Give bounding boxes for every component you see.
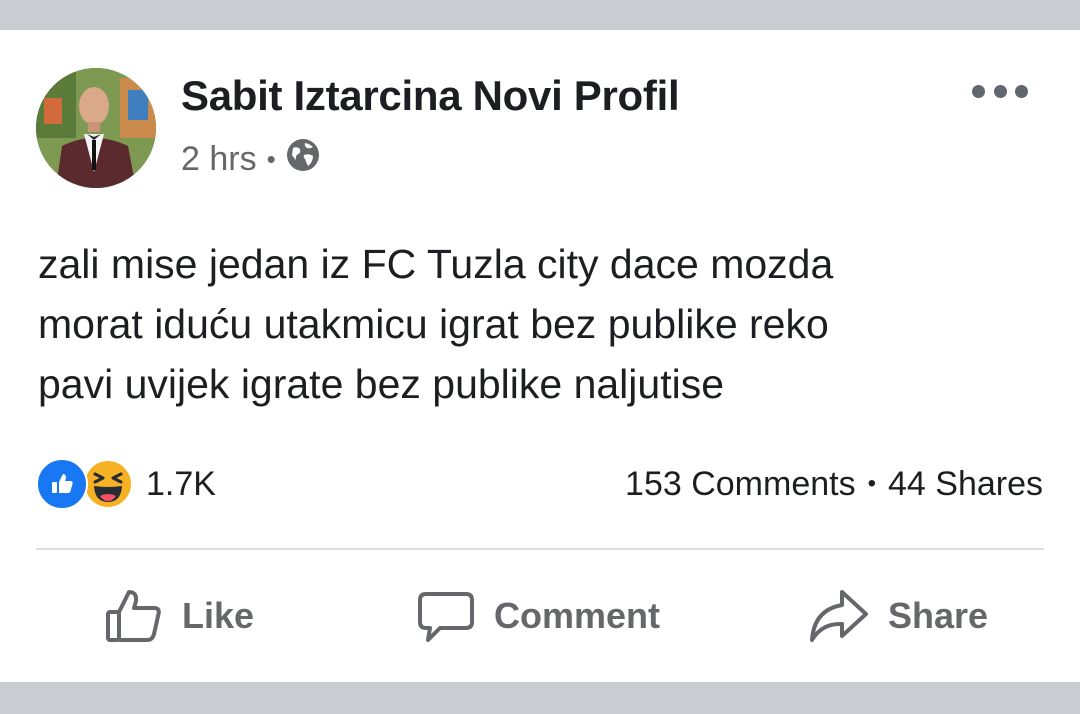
top-background-band	[0, 0, 1080, 30]
post-meta: 2 hrs •	[181, 137, 320, 181]
more-options-button[interactable]	[972, 76, 1028, 106]
meta-separator: •	[266, 143, 276, 174]
comment-button[interactable]: Comment	[416, 584, 660, 648]
haha-reaction-icon	[82, 458, 134, 510]
comment-button-label: Comment	[494, 595, 661, 636]
like-button-label: Like	[182, 595, 255, 636]
more-dot-icon	[1015, 84, 1028, 98]
shares-count[interactable]: 44 Shares	[888, 465, 1043, 504]
share-button[interactable]: Share	[808, 584, 988, 648]
divider	[36, 548, 1044, 550]
post-time[interactable]: 2 hrs	[181, 140, 257, 179]
author-avatar[interactable]	[36, 68, 156, 188]
more-dot-icon	[972, 84, 985, 98]
comment-icon	[416, 586, 476, 646]
post-text: zali mise jedan iz FC Tuzla city dace mo…	[38, 234, 1048, 414]
bottom-background-band	[0, 682, 1080, 714]
share-button-label: Share	[888, 595, 989, 636]
post-text-line: morat iduću utakmicu igrat bez publike r…	[38, 301, 829, 347]
comments-count[interactable]: 153 Comments	[625, 465, 856, 504]
stats-separator: •	[867, 470, 876, 497]
globe-icon	[286, 138, 320, 181]
post-text-line: pavi uvijek igrate bez publike naljutise	[38, 361, 725, 407]
thumbs-up-icon	[104, 586, 164, 646]
share-arrow-icon	[808, 586, 870, 646]
reactions-summary[interactable]: 1.7K	[36, 458, 216, 510]
like-button[interactable]: Like	[104, 584, 254, 648]
reaction-count: 1.7K	[146, 464, 216, 503]
post-stats: 153 Comments • 44 Shares	[625, 462, 1043, 506]
post-text-line: zali mise jedan iz FC Tuzla city dace mo…	[38, 241, 834, 287]
more-dot-icon	[993, 84, 1007, 98]
like-reaction-icon	[36, 458, 88, 510]
author-name[interactable]: Sabit Iztarcina Novi Profil	[181, 72, 680, 120]
